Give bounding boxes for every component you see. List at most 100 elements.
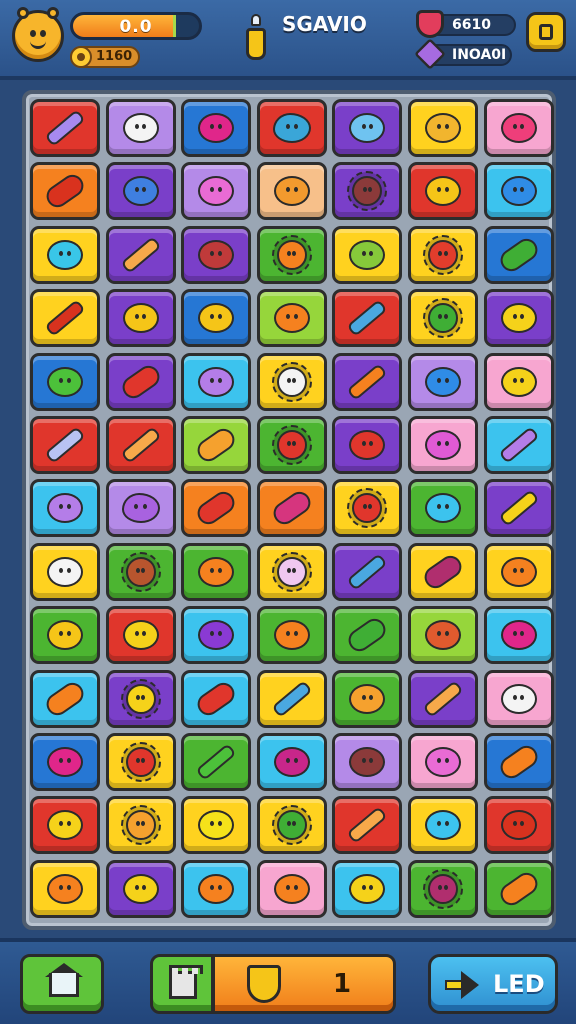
tile[interactable] — [256, 225, 327, 284]
tile[interactable] — [407, 542, 478, 601]
tile[interactable] — [256, 606, 327, 665]
tile[interactable] — [30, 542, 100, 601]
tile[interactable] — [332, 99, 403, 157]
tile[interactable] — [407, 796, 478, 855]
tile[interactable] — [181, 542, 252, 601]
tile[interactable] — [256, 732, 327, 791]
tile[interactable] — [483, 479, 554, 538]
tile[interactable] — [181, 669, 252, 728]
tile[interactable] — [30, 606, 100, 665]
player-avatar-icon[interactable] — [12, 7, 64, 62]
led-button[interactable]: LED — [428, 954, 558, 1014]
tile[interactable] — [256, 162, 327, 221]
tile[interactable] — [332, 859, 403, 918]
tile[interactable] — [105, 99, 176, 157]
tile[interactable] — [105, 796, 176, 855]
tile[interactable] — [483, 542, 554, 601]
tile[interactable] — [256, 352, 327, 411]
tile[interactable] — [483, 225, 554, 284]
tile[interactable] — [256, 99, 327, 157]
tile[interactable] — [407, 289, 478, 348]
tile[interactable] — [105, 859, 176, 918]
tile[interactable] — [483, 796, 554, 855]
tile[interactable] — [483, 415, 554, 474]
tile[interactable] — [332, 415, 403, 474]
tile[interactable] — [407, 99, 478, 157]
tile[interactable] — [256, 669, 327, 728]
tile[interactable] — [30, 859, 100, 918]
tile[interactable] — [256, 479, 327, 538]
tile[interactable] — [483, 732, 554, 791]
tile[interactable] — [332, 606, 403, 665]
tile[interactable] — [483, 669, 554, 728]
castle-button[interactable] — [150, 954, 214, 1014]
tile[interactable] — [30, 99, 100, 157]
tile[interactable] — [105, 352, 176, 411]
tile[interactable] — [256, 542, 327, 601]
tile[interactable] — [332, 162, 403, 221]
tile[interactable] — [105, 225, 176, 284]
tile[interactable] — [407, 732, 478, 791]
tile[interactable] — [407, 352, 478, 411]
menu-button[interactable] — [526, 12, 566, 52]
tile[interactable] — [105, 542, 176, 601]
tile[interactable] — [256, 415, 327, 474]
tile[interactable] — [332, 479, 403, 538]
tile[interactable] — [30, 225, 100, 284]
tile[interactable] — [332, 352, 403, 411]
tile[interactable] — [181, 99, 252, 157]
tile[interactable] — [407, 606, 478, 665]
tile[interactable] — [332, 289, 403, 348]
tile[interactable] — [181, 732, 252, 791]
tile[interactable] — [181, 606, 252, 665]
round-critter-icon — [198, 239, 235, 270]
tile[interactable] — [483, 352, 554, 411]
tile[interactable] — [483, 162, 554, 221]
tile[interactable] — [30, 352, 100, 411]
tile[interactable] — [181, 479, 252, 538]
bean-critter-icon — [193, 487, 239, 529]
tile[interactable] — [30, 669, 100, 728]
tile[interactable] — [30, 289, 100, 348]
tile[interactable] — [407, 225, 478, 284]
tile[interactable] — [332, 796, 403, 855]
tile[interactable] — [407, 415, 478, 474]
tile[interactable] — [181, 415, 252, 474]
tile[interactable] — [105, 415, 176, 474]
tile[interactable] — [407, 479, 478, 538]
tile[interactable] — [181, 796, 252, 855]
tile[interactable] — [181, 225, 252, 284]
tile[interactable] — [483, 606, 554, 665]
tile[interactable] — [30, 415, 100, 474]
tile[interactable] — [30, 162, 100, 221]
tile[interactable] — [105, 479, 176, 538]
tile[interactable] — [181, 162, 252, 221]
home-button[interactable] — [20, 954, 104, 1014]
tile[interactable] — [181, 352, 252, 411]
tile[interactable] — [256, 289, 327, 348]
tile[interactable] — [483, 859, 554, 918]
tile[interactable] — [181, 859, 252, 918]
tile[interactable] — [105, 162, 176, 221]
tile[interactable] — [483, 99, 554, 157]
tile[interactable] — [30, 796, 100, 855]
tile[interactable] — [105, 669, 176, 728]
tile[interactable] — [105, 732, 176, 791]
tile[interactable] — [332, 542, 403, 601]
tile[interactable] — [332, 225, 403, 284]
shield-counter[interactable]: 1 — [212, 954, 396, 1014]
tile[interactable] — [332, 732, 403, 791]
tile[interactable] — [256, 796, 327, 855]
potion-icon[interactable] — [246, 14, 266, 60]
tile[interactable] — [483, 289, 554, 348]
tile[interactable] — [407, 669, 478, 728]
tile[interactable] — [105, 606, 176, 665]
tile[interactable] — [30, 479, 100, 538]
tile[interactable] — [105, 289, 176, 348]
tile[interactable] — [332, 669, 403, 728]
tile[interactable] — [407, 859, 478, 918]
tile[interactable] — [30, 732, 100, 791]
tile[interactable] — [256, 859, 327, 918]
tile[interactable] — [407, 162, 478, 221]
tile[interactable] — [181, 289, 252, 348]
